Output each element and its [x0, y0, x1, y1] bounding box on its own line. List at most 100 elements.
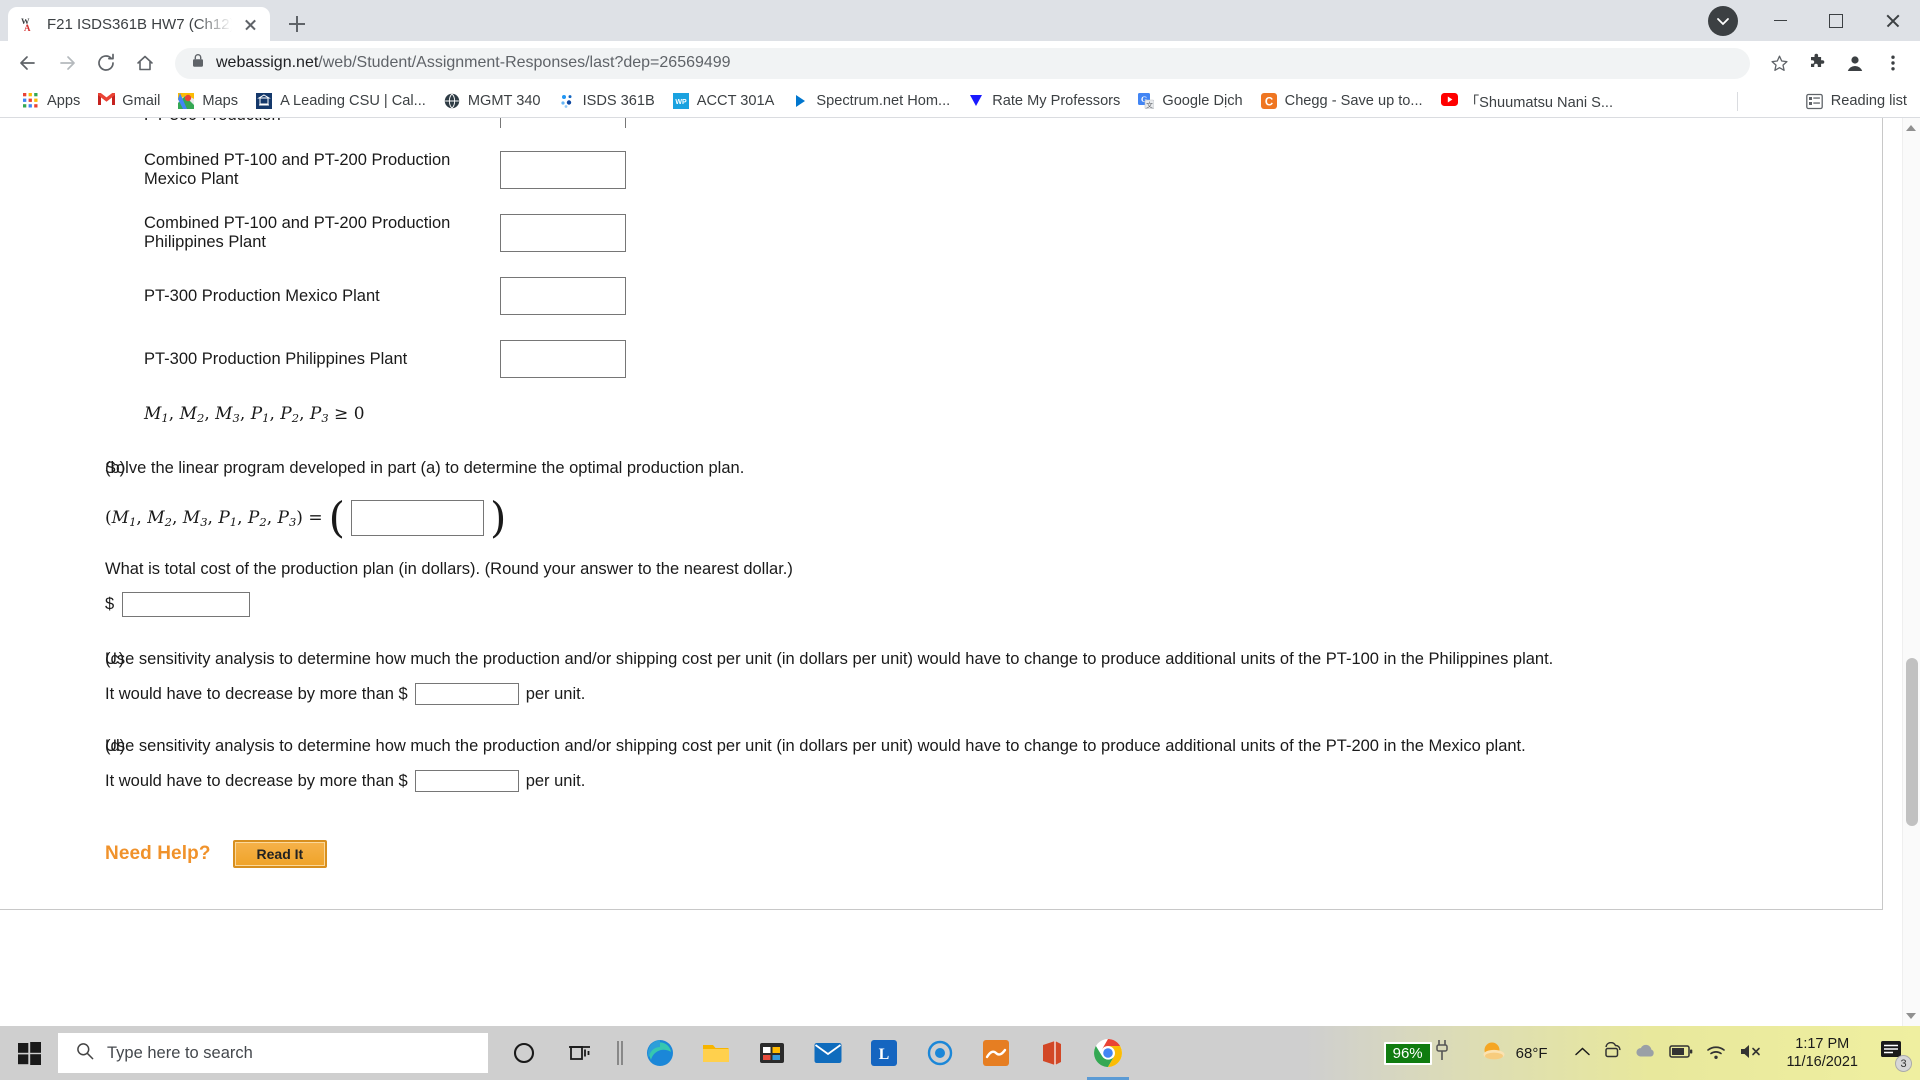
temperature-label: 68°F: [1515, 1044, 1548, 1062]
bookmark-csu[interactable]: A Leading CSU | Cal...: [247, 90, 435, 113]
file-explorer-icon[interactable]: [688, 1026, 744, 1080]
weather-widget[interactable]: 68°F: [1481, 1039, 1548, 1067]
part-c-answer-row: It would have to decrease by more than $…: [105, 683, 1882, 705]
google-translate-icon: G文: [1138, 92, 1155, 110]
part-c-prompt: Use sensitivity analysis to determine ho…: [105, 650, 1554, 668]
close-tab-icon[interactable]: [241, 15, 260, 34]
part-letter: (b): [105, 459, 126, 477]
answer-prefix: It would have to decrease by more than $: [105, 771, 408, 790]
url-domain: webassign.net: [216, 54, 319, 71]
bookmark-label: Google Dịch: [1162, 93, 1243, 109]
bookmark-spectrum[interactable]: Spectrum.net Hom...: [783, 90, 959, 113]
profile-avatar[interactable]: [1708, 5, 1738, 36]
production-input-mexico-combined[interactable]: [500, 151, 626, 189]
chrome-profile-icon[interactable]: [1838, 46, 1872, 80]
taskbar-separator: [608, 1026, 632, 1080]
webassign-icon: W A: [21, 16, 38, 33]
task-view-icon[interactable]: [552, 1026, 608, 1080]
browser-tab[interactable]: W A F21 ISDS361B HW7 (Ch12) - ISDS: [8, 7, 270, 41]
bookmark-label: ISDS 361B: [582, 93, 655, 109]
labview-icon[interactable]: L: [856, 1026, 912, 1080]
microsoft-store-icon[interactable]: [744, 1026, 800, 1080]
maximize-window-button[interactable]: [1808, 0, 1864, 41]
taskbar-clock[interactable]: 1:17 PM 11/16/2021: [1787, 1035, 1859, 1071]
bookmarks-bar: Apps Gmail Maps A Leading CSU | Cal... M: [0, 85, 1920, 118]
start-button[interactable]: [0, 1026, 58, 1080]
cloud-icon[interactable]: [1635, 1043, 1657, 1063]
part-letter: (c): [105, 650, 125, 668]
reading-list-button[interactable]: Reading list: [1805, 93, 1907, 110]
part-c-answer-input[interactable]: [414, 683, 519, 705]
new-tab-button[interactable]: [280, 7, 314, 41]
total-cost-input[interactable]: [122, 592, 251, 617]
google-chrome-icon[interactable]: [1080, 1026, 1136, 1080]
system-tray: 96% 68°F 1:17 PM 11/16/2021 3: [1383, 1035, 1920, 1072]
taskbar-search-input[interactable]: Type here to search: [58, 1033, 488, 1073]
bookmark-acct-301a[interactable]: WP ACCT 301A: [664, 90, 784, 113]
show-hidden-icons-chevron-icon[interactable]: [1574, 1045, 1591, 1062]
bookmark-apps[interactable]: Apps: [14, 90, 89, 113]
scrollbar-thumb[interactable]: [1906, 658, 1918, 826]
bookmark-rate-my-professors[interactable]: Rate My Professors: [959, 90, 1129, 113]
bookmarks-divider: [1737, 91, 1738, 111]
bookmark-isds-361b[interactable]: ISDS 361B: [550, 90, 664, 113]
bookmark-google-dich[interactable]: G文 Google Dịch: [1129, 90, 1251, 113]
bookmark-label: MGMT 340: [467, 93, 541, 109]
vector-label: (M1, M2, M3, P1, P2, P3) =: [105, 507, 323, 529]
reading-list-label: Reading list: [1830, 93, 1907, 109]
battery-tray-icon[interactable]: [1668, 1044, 1693, 1063]
address-bar[interactable]: webassign.net/web/Student/Assignment-Res…: [175, 47, 1750, 79]
reload-icon[interactable]: [88, 45, 124, 81]
bookmark-label: 「Shuumatsu Nani S...: [1464, 94, 1614, 111]
page-scrollbar[interactable]: [1902, 118, 1920, 1026]
extensions-puzzle-icon[interactable]: [1800, 46, 1834, 80]
production-input-pt300-mexico[interactable]: [500, 277, 626, 315]
bookmark-chegg[interactable]: C Chegg - Save up to...: [1252, 90, 1432, 113]
minimize-window-button[interactable]: [1752, 0, 1808, 41]
back-icon[interactable]: [10, 45, 46, 81]
dollar-sign: $: [105, 595, 115, 613]
bookmark-label: Apps: [47, 93, 81, 109]
clipped-input[interactable]: [500, 118, 626, 128]
battery-status[interactable]: 96%: [1383, 1039, 1451, 1067]
svg-text:L: L: [879, 1046, 890, 1063]
bookmark-label: ACCT 301A: [696, 93, 775, 109]
wifi-icon[interactable]: [1705, 1043, 1727, 1064]
bookmark-label: A Leading CSU | Cal...: [280, 93, 426, 109]
scroll-down-arrow-icon[interactable]: [1906, 1013, 1916, 1019]
volume-muted-icon[interactable]: [1739, 1043, 1763, 1064]
bookmark-shuumatsu[interactable]: 「Shuumatsu Nani S...: [1432, 88, 1622, 115]
production-input-philippines-combined[interactable]: [500, 214, 626, 252]
tab-strip: W A F21 ISDS361B HW7 (Ch12) - ISDS: [0, 0, 1920, 41]
microsoft-edge-icon[interactable]: [632, 1026, 688, 1080]
office-app-icon[interactable]: [1024, 1026, 1080, 1080]
bookmark-mgmt-340[interactable]: MGMT 340: [435, 90, 550, 113]
bookmark-maps[interactable]: Maps: [169, 90, 247, 113]
notification-center-button[interactable]: 3: [1878, 1038, 1912, 1072]
part-d-answer-input[interactable]: [414, 770, 519, 792]
scroll-up-arrow-icon[interactable]: [1906, 125, 1916, 131]
chrome-menu-icon[interactable]: [1876, 46, 1910, 80]
taskbar-pinned-apps: L: [496, 1026, 1136, 1080]
home-icon[interactable]: [127, 45, 163, 81]
bookmark-star-icon[interactable]: [1762, 46, 1796, 80]
mail-icon[interactable]: [800, 1026, 856, 1080]
teams-icon[interactable]: [912, 1026, 968, 1080]
cortana-icon[interactable]: [496, 1026, 552, 1080]
apps-grid-icon: [23, 92, 40, 110]
notes-app-icon[interactable]: [968, 1026, 1024, 1080]
forward-icon[interactable]: [49, 45, 85, 81]
browser-toolbar: webassign.net/web/Student/Assignment-Res…: [0, 41, 1920, 85]
production-input-pt300-philippines[interactable]: [500, 340, 626, 378]
optimal-plan-input[interactable]: [350, 500, 484, 536]
read-it-button[interactable]: Read It: [232, 840, 328, 868]
close-window-button[interactable]: [1864, 0, 1920, 41]
bookmark-label: Rate My Professors: [992, 93, 1121, 109]
question-part-b: (b) Solve the linear program developed i…: [0, 459, 1882, 617]
need-help-section: Need Help? Read It: [0, 840, 1882, 868]
search-placeholder: Type here to search: [107, 1043, 253, 1062]
search-icon: [76, 1042, 94, 1065]
onedrive-sync-icon[interactable]: [1603, 1041, 1623, 1064]
total-cost-question: What is total cost of the production pla…: [105, 560, 793, 578]
bookmark-gmail[interactable]: Gmail: [89, 90, 169, 113]
